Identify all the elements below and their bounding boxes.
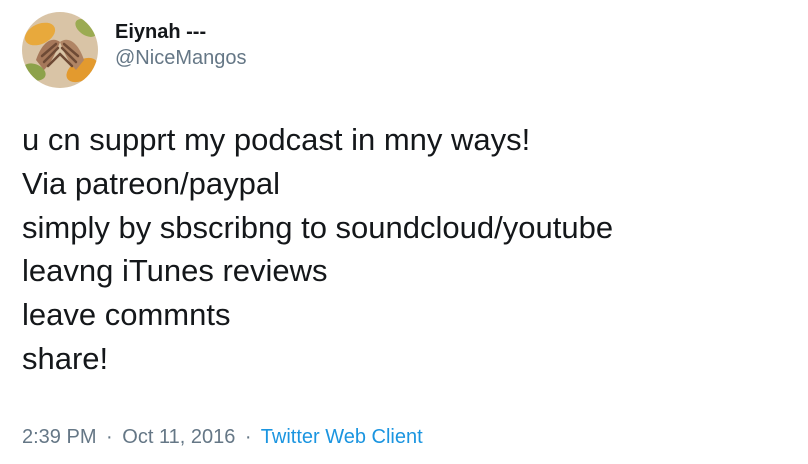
- author-display-name[interactable]: Eiynah ---: [115, 19, 246, 45]
- tweet-text-line: share!: [22, 340, 109, 376]
- tweet-text: u cn supprt my podcast in mny ways! Via …: [22, 118, 792, 381]
- tweet-text-line: Via patreon/paypal: [22, 165, 280, 201]
- tweet-text-line: u cn supprt my podcast in mny ways!: [22, 122, 531, 157]
- tweet-header: Eiynah --- @NiceMangos: [22, 12, 246, 88]
- meta-separator: ·: [106, 426, 113, 448]
- tweet-text-line: leavng iTunes reviews: [22, 253, 328, 289]
- avatar[interactable]: [22, 12, 98, 88]
- tweet-time[interactable]: 2:39 PM: [22, 426, 96, 448]
- tweet-text-line: leave commnts: [22, 297, 231, 333]
- tweet-text-line: simply by sbscribng to soundcloud/youtub…: [22, 209, 614, 245]
- tweet-metadata: 2:39 PM · Oct 11, 2016 · Twitter Web Cli…: [22, 424, 423, 450]
- tweet-date[interactable]: Oct 11, 2016: [122, 426, 235, 448]
- avatar-image: [22, 12, 98, 88]
- author-handle[interactable]: @NiceMangos: [115, 45, 246, 71]
- author-names: Eiynah --- @NiceMangos: [115, 19, 246, 71]
- tweet-card: Eiynah --- @NiceMangos u cn supprt my po…: [0, 0, 808, 464]
- tweet-source-link[interactable]: Twitter Web Client: [261, 426, 423, 448]
- meta-separator: ·: [244, 426, 252, 448]
